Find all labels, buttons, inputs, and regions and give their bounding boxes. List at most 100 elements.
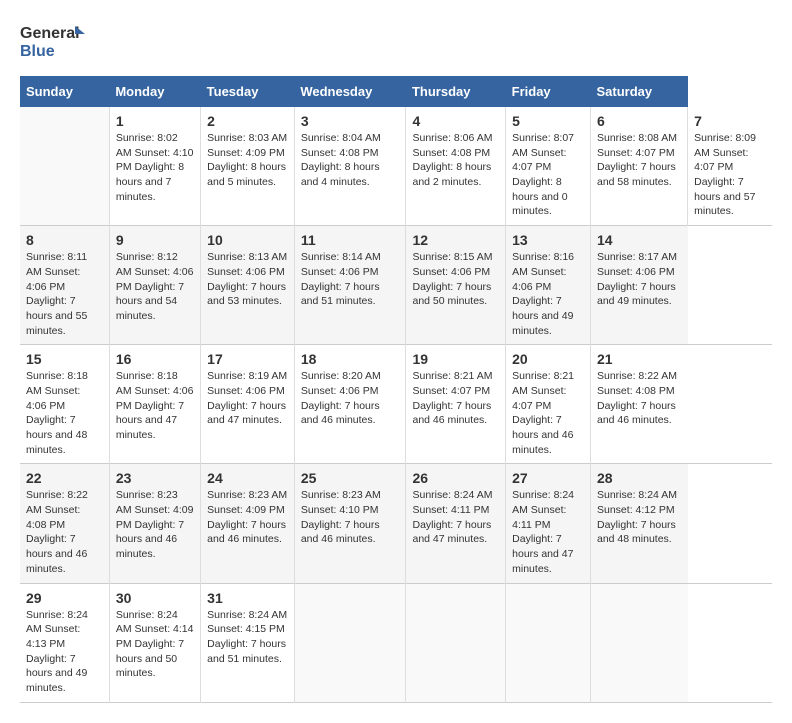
calendar-day-cell: 9 Sunrise: 8:12 AM Sunset: 4:06 PM Daylig…	[109, 226, 200, 345]
calendar-day-cell: 12Sunrise: 8:15 AM Sunset: 4:06 PM Dayli…	[406, 226, 506, 345]
calendar-day-cell: 27 Sunrise: 8:24 AM Sunset: 4:11 PM Dayli…	[506, 464, 591, 583]
calendar-day-cell: 31 Sunrise: 8:24 AM Sunset: 4:15 PM Dayli…	[201, 583, 295, 702]
day-info: Sunrise: 8:23 AM Sunset: 4:10 PM Dayligh…	[301, 488, 400, 547]
day-number: 24	[207, 470, 288, 486]
calendar-day-cell: 11 Sunrise: 8:14 AM Sunset: 4:06 PM Dayli…	[294, 226, 406, 345]
day-info: Sunrise: 8:24 AM Sunset: 4:14 PM Dayligh…	[116, 608, 194, 681]
calendar-day-cell: 8 Sunrise: 8:11 AM Sunset: 4:06 PM Daylig…	[20, 226, 109, 345]
svg-text:General: General	[20, 25, 80, 42]
calendar-day-cell: 18Sunrise: 8:20 AM Sunset: 4:06 PM Dayli…	[294, 345, 406, 464]
calendar-day-cell: 2 Sunrise: 8:03 AM Sunset: 4:09 PM Daylig…	[201, 107, 295, 226]
day-number: 10	[207, 232, 288, 248]
day-info: Sunrise: 8:17 AM Sunset: 4:06 PM Dayligh…	[597, 250, 682, 309]
day-number: 6	[597, 113, 681, 129]
day-number: 11	[301, 232, 400, 248]
day-info: Sunrise: 8:12 AM Sunset: 4:06 PM Dayligh…	[116, 250, 194, 323]
column-header-monday: Monday	[109, 76, 200, 107]
calendar-day-cell: 26Sunrise: 8:24 AM Sunset: 4:11 PM Dayli…	[406, 464, 506, 583]
day-number: 12	[412, 232, 499, 248]
day-info: Sunrise: 8:24 AM Sunset: 4:13 PM Dayligh…	[26, 608, 103, 696]
empty-cell	[591, 583, 688, 702]
day-info: Sunrise: 8:23 AM Sunset: 4:09 PM Dayligh…	[116, 488, 194, 561]
day-info: Sunrise: 8:20 AM Sunset: 4:06 PM Dayligh…	[301, 369, 400, 428]
calendar-day-cell: 13 Sunrise: 8:16 AM Sunset: 4:06 PM Dayli…	[506, 226, 591, 345]
day-number: 13	[512, 232, 584, 248]
day-info: Sunrise: 8:24 AM Sunset: 4:15 PM Dayligh…	[207, 608, 288, 667]
page-header: GeneralBlue	[20, 20, 772, 60]
calendar-week-row: 8 Sunrise: 8:11 AM Sunset: 4:06 PM Daylig…	[20, 226, 772, 345]
calendar-day-cell: 1Sunrise: 8:02 AM Sunset: 4:10 PM Daylig…	[109, 107, 200, 226]
day-number: 29	[26, 590, 103, 606]
calendar-day-cell: 20 Sunrise: 8:21 AM Sunset: 4:07 PM Dayli…	[506, 345, 591, 464]
column-header-saturday: Saturday	[591, 76, 688, 107]
day-info: Sunrise: 8:21 AM Sunset: 4:07 PM Dayligh…	[412, 369, 499, 428]
day-info: Sunrise: 8:24 AM Sunset: 4:11 PM Dayligh…	[512, 488, 584, 576]
day-number: 5	[512, 113, 584, 129]
calendar-day-cell: 22 Sunrise: 8:22 AM Sunset: 4:08 PM Dayli…	[20, 464, 109, 583]
day-number: 2	[207, 113, 288, 129]
day-number: 19	[412, 351, 499, 367]
day-number: 7	[694, 113, 766, 129]
day-number: 20	[512, 351, 584, 367]
day-number: 8	[26, 232, 103, 248]
day-info: Sunrise: 8:14 AM Sunset: 4:06 PM Dayligh…	[301, 250, 400, 309]
calendar-day-cell: 23Sunrise: 8:23 AM Sunset: 4:09 PM Dayli…	[109, 464, 200, 583]
day-number: 28	[597, 470, 682, 486]
day-info: Sunrise: 8:07 AM Sunset: 4:07 PM Dayligh…	[512, 131, 584, 219]
column-header-friday: Friday	[506, 76, 591, 107]
calendar-day-cell: 5 Sunrise: 8:07 AM Sunset: 4:07 PM Daylig…	[506, 107, 591, 226]
day-number: 4	[412, 113, 499, 129]
calendar-day-cell: 30 Sunrise: 8:24 AM Sunset: 4:14 PM Dayli…	[109, 583, 200, 702]
calendar-week-row: 15 Sunrise: 8:18 AM Sunset: 4:06 PM Dayli…	[20, 345, 772, 464]
calendar-day-cell: 24 Sunrise: 8:23 AM Sunset: 4:09 PM Dayli…	[201, 464, 295, 583]
calendar-week-row: 29 Sunrise: 8:24 AM Sunset: 4:13 PM Dayli…	[20, 583, 772, 702]
day-number: 22	[26, 470, 103, 486]
day-number: 9	[116, 232, 194, 248]
calendar-day-cell: 15 Sunrise: 8:18 AM Sunset: 4:06 PM Dayli…	[20, 345, 109, 464]
day-number: 1	[116, 113, 194, 129]
calendar-day-cell: 4Sunrise: 8:06 AM Sunset: 4:08 PM Daylig…	[406, 107, 506, 226]
calendar-day-cell: 21Sunrise: 8:22 AM Sunset: 4:08 PM Dayli…	[591, 345, 688, 464]
column-header-tuesday: Tuesday	[201, 76, 295, 107]
svg-text:Blue: Blue	[20, 43, 55, 60]
header-row: SundayMondayTuesdayWednesdayThursdayFrid…	[20, 76, 772, 107]
day-info: Sunrise: 8:24 AM Sunset: 4:12 PM Dayligh…	[597, 488, 682, 547]
calendar-day-cell: 7Sunrise: 8:09 AM Sunset: 4:07 PM Daylig…	[688, 107, 772, 226]
column-header-wednesday: Wednesday	[294, 76, 406, 107]
calendar-day-cell: 10 Sunrise: 8:13 AM Sunset: 4:06 PM Dayli…	[201, 226, 295, 345]
empty-cell	[20, 107, 109, 226]
day-number: 26	[412, 470, 499, 486]
day-info: Sunrise: 8:04 AM Sunset: 4:08 PM Dayligh…	[301, 131, 400, 190]
day-info: Sunrise: 8:19 AM Sunset: 4:06 PM Dayligh…	[207, 369, 288, 428]
calendar-day-cell: 14Sunrise: 8:17 AM Sunset: 4:06 PM Dayli…	[591, 226, 688, 345]
calendar-day-cell: 17Sunrise: 8:19 AM Sunset: 4:06 PM Dayli…	[201, 345, 295, 464]
day-info: Sunrise: 8:16 AM Sunset: 4:06 PM Dayligh…	[512, 250, 584, 338]
day-info: Sunrise: 8:11 AM Sunset: 4:06 PM Dayligh…	[26, 250, 103, 338]
day-number: 30	[116, 590, 194, 606]
day-number: 31	[207, 590, 288, 606]
day-number: 21	[597, 351, 682, 367]
calendar-week-row: 22 Sunrise: 8:22 AM Sunset: 4:08 PM Dayli…	[20, 464, 772, 583]
day-info: Sunrise: 8:08 AM Sunset: 4:07 PM Dayligh…	[597, 131, 681, 190]
day-number: 15	[26, 351, 103, 367]
logo: GeneralBlue	[20, 20, 90, 60]
day-number: 25	[301, 470, 400, 486]
empty-cell	[406, 583, 506, 702]
calendar-day-cell: 28 Sunrise: 8:24 AM Sunset: 4:12 PM Dayli…	[591, 464, 688, 583]
calendar-day-cell: 16 Sunrise: 8:18 AM Sunset: 4:06 PM Dayli…	[109, 345, 200, 464]
empty-cell	[506, 583, 591, 702]
day-number: 27	[512, 470, 584, 486]
empty-cell	[294, 583, 406, 702]
day-number: 3	[301, 113, 400, 129]
day-number: 16	[116, 351, 194, 367]
day-info: Sunrise: 8:23 AM Sunset: 4:09 PM Dayligh…	[207, 488, 288, 547]
day-info: Sunrise: 8:13 AM Sunset: 4:06 PM Dayligh…	[207, 250, 288, 309]
calendar-day-cell: 25 Sunrise: 8:23 AM Sunset: 4:10 PM Dayli…	[294, 464, 406, 583]
day-info: Sunrise: 8:22 AM Sunset: 4:08 PM Dayligh…	[26, 488, 103, 576]
day-info: Sunrise: 8:21 AM Sunset: 4:07 PM Dayligh…	[512, 369, 584, 457]
day-info: Sunrise: 8:03 AM Sunset: 4:09 PM Dayligh…	[207, 131, 288, 190]
day-info: Sunrise: 8:18 AM Sunset: 4:06 PM Dayligh…	[116, 369, 194, 442]
calendar-day-cell: 19 Sunrise: 8:21 AM Sunset: 4:07 PM Dayli…	[406, 345, 506, 464]
calendar-day-cell: 3 Sunrise: 8:04 AM Sunset: 4:08 PM Daylig…	[294, 107, 406, 226]
day-info: Sunrise: 8:18 AM Sunset: 4:06 PM Dayligh…	[26, 369, 103, 457]
